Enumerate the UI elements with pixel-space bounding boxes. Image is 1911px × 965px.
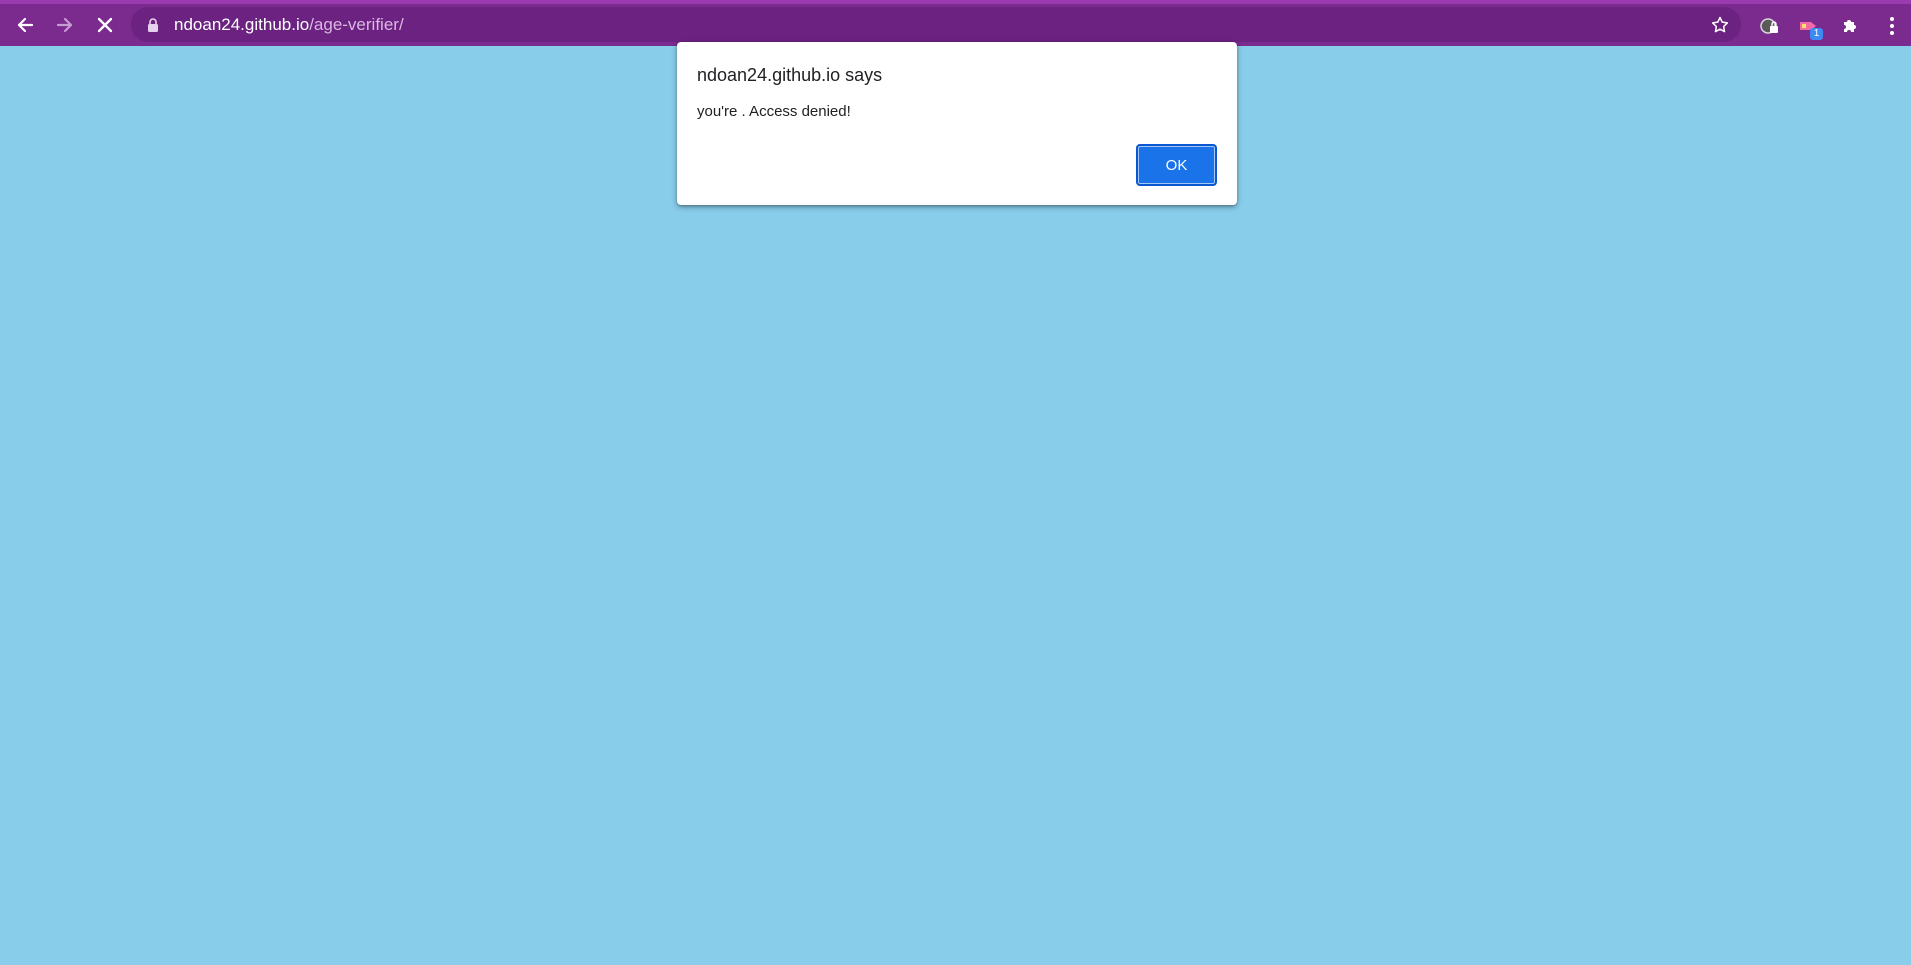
- extension-badge: 1: [1810, 28, 1823, 40]
- incognito-lock-icon: [1760, 18, 1778, 34]
- puzzle-icon: [1844, 20, 1856, 32]
- alert-message: you're . Access denied!: [697, 103, 851, 120]
- browser-toolbar: ndoan24.github.io/age-verifier/ 1: [0, 0, 1911, 46]
- close-icon: [97, 17, 113, 33]
- back-button[interactable]: [8, 8, 42, 42]
- alert-title: ndoan24.github.io says: [697, 65, 883, 85]
- url-host: ndoan24.github.io: [174, 15, 310, 34]
- arrow-right-icon: [56, 17, 73, 33]
- extension-button-two[interactable]: 1: [1795, 12, 1823, 40]
- address-bar[interactable]: ndoan24.github.io/age-verifier/: [131, 7, 1741, 42]
- url-path: /age-verifier/: [309, 15, 404, 34]
- lock-icon: [148, 18, 158, 32]
- forward-button[interactable]: [48, 8, 82, 42]
- star-icon: [1711, 16, 1729, 33]
- url-text: ndoan24.github.io/age-verifier/: [174, 15, 404, 35]
- bookmark-button[interactable]: [1709, 14, 1731, 36]
- kebab-menu-icon: [1890, 17, 1894, 35]
- ok-button[interactable]: OK: [1136, 144, 1217, 186]
- alert-dialog: ndoan24.github.io says you're . Access d…: [677, 42, 1237, 205]
- stop-button[interactable]: [88, 8, 122, 42]
- arrow-left-icon: [17, 17, 34, 33]
- browser-menu-button[interactable]: [1878, 12, 1906, 40]
- extensions-button[interactable]: [1836, 12, 1864, 40]
- extension-button-one[interactable]: [1756, 12, 1784, 40]
